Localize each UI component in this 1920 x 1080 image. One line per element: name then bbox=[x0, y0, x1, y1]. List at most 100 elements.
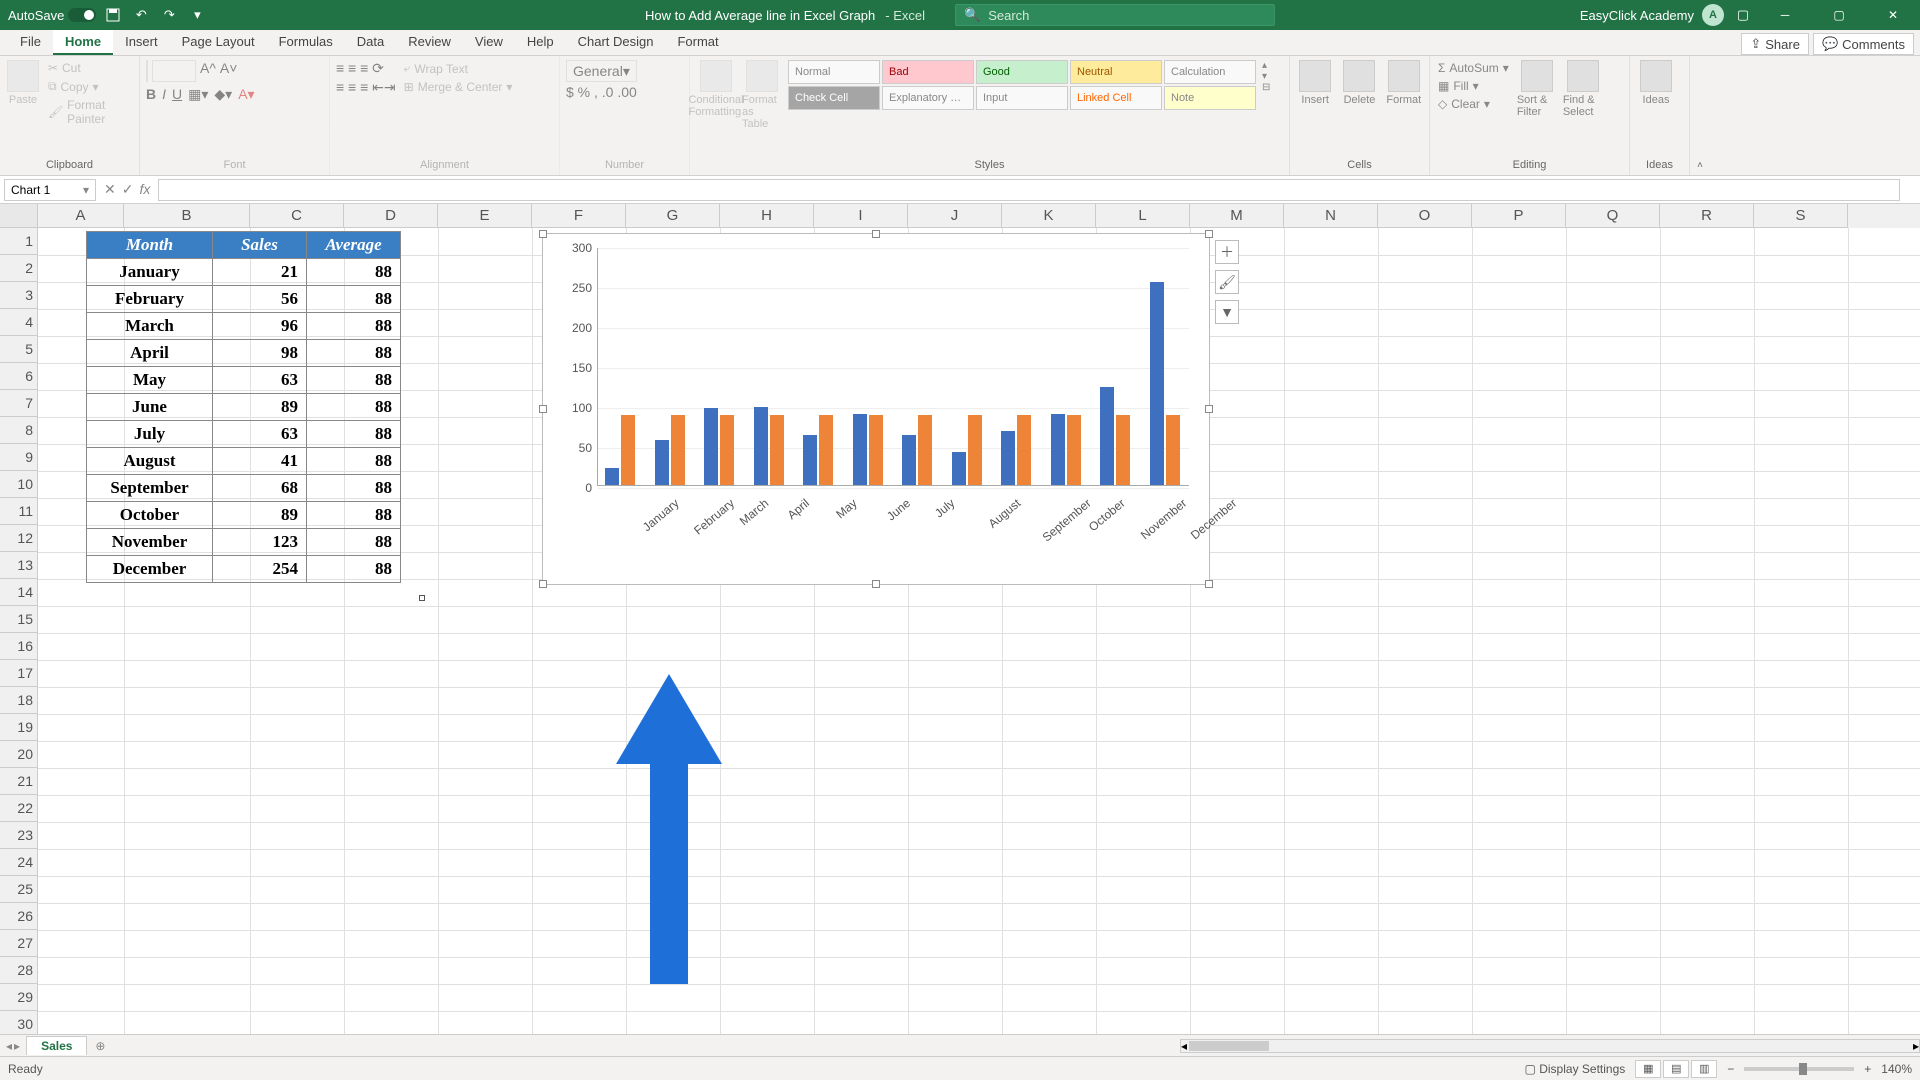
cell-average[interactable]: 88 bbox=[307, 313, 401, 340]
normal-view-button[interactable]: ▦ bbox=[1635, 1060, 1661, 1078]
cell-sales[interactable]: 96 bbox=[213, 313, 307, 340]
bar-sales[interactable] bbox=[754, 407, 768, 485]
row-header[interactable]: 19 bbox=[0, 714, 38, 741]
autosave-toggle[interactable]: AutoSave bbox=[8, 8, 96, 23]
bar-average[interactable] bbox=[869, 415, 883, 485]
bar-average[interactable] bbox=[1166, 415, 1180, 485]
chart-elements-button[interactable]: ＋ bbox=[1215, 240, 1239, 264]
bar-average[interactable] bbox=[720, 415, 734, 485]
column-header[interactable]: L bbox=[1096, 204, 1190, 228]
row-header[interactable]: 7 bbox=[0, 390, 38, 417]
column-header[interactable]: G bbox=[626, 204, 720, 228]
enter-icon[interactable]: ✓ bbox=[122, 181, 134, 198]
cut-button[interactable]: ✂ Cut bbox=[46, 60, 133, 76]
row-header[interactable]: 15 bbox=[0, 606, 38, 633]
redo-button[interactable]: ↷ bbox=[158, 4, 180, 26]
resize-handle-icon[interactable] bbox=[539, 405, 547, 413]
row-header[interactable]: 29 bbox=[0, 984, 38, 1011]
close-button[interactable]: ✕ bbox=[1870, 0, 1916, 30]
row-header[interactable]: 21 bbox=[0, 768, 38, 795]
selection-handle-icon[interactable] bbox=[419, 595, 425, 601]
bar-average[interactable] bbox=[621, 415, 635, 485]
cell-average[interactable]: 88 bbox=[307, 259, 401, 286]
search-input[interactable]: 🔍 Search bbox=[955, 4, 1275, 26]
chart-object[interactable]: 050100150200250300 ＋ 🖌 ▼ JanuaryFebruary… bbox=[542, 233, 1210, 585]
resize-handle-icon[interactable] bbox=[539, 230, 547, 238]
sheet-tab-sales[interactable]: Sales bbox=[26, 1036, 87, 1055]
cell-sales[interactable]: 98 bbox=[213, 340, 307, 367]
column-header[interactable]: S bbox=[1754, 204, 1848, 228]
column-header[interactable]: I bbox=[814, 204, 908, 228]
style-neutral[interactable]: Neutral bbox=[1070, 60, 1162, 84]
bar-sales[interactable] bbox=[803, 435, 817, 485]
bar-average[interactable] bbox=[918, 415, 932, 485]
bar-average[interactable] bbox=[1116, 415, 1130, 485]
row-header[interactable]: 25 bbox=[0, 876, 38, 903]
row-header[interactable]: 14 bbox=[0, 579, 38, 606]
insert-cells-button[interactable]: Insert bbox=[1296, 60, 1334, 106]
column-header[interactable]: N bbox=[1284, 204, 1378, 228]
row-header[interactable]: 28 bbox=[0, 957, 38, 984]
tab-help[interactable]: Help bbox=[515, 30, 566, 55]
resize-handle-icon[interactable] bbox=[1205, 230, 1213, 238]
style-calculation[interactable]: Calculation bbox=[1164, 60, 1256, 84]
row-header[interactable]: 20 bbox=[0, 741, 38, 768]
cell-average[interactable]: 88 bbox=[307, 556, 401, 583]
save-button[interactable] bbox=[102, 4, 124, 26]
bar-sales[interactable] bbox=[655, 440, 669, 485]
resize-handle-icon[interactable] bbox=[872, 230, 880, 238]
resize-handle-icon[interactable] bbox=[872, 580, 880, 588]
cell-month[interactable]: February bbox=[87, 286, 213, 313]
column-header[interactable]: K bbox=[1002, 204, 1096, 228]
chart-filters-button[interactable]: ▼ bbox=[1215, 300, 1239, 324]
column-header[interactable]: Q bbox=[1566, 204, 1660, 228]
tab-view[interactable]: View bbox=[463, 30, 515, 55]
account-avatar[interactable]: A bbox=[1702, 4, 1724, 26]
cell-month[interactable]: July bbox=[87, 421, 213, 448]
row-header[interactable]: 17 bbox=[0, 660, 38, 687]
bar-sales[interactable] bbox=[605, 468, 619, 485]
tab-format[interactable]: Format bbox=[665, 30, 730, 55]
minimize-button[interactable]: ─ bbox=[1762, 0, 1808, 30]
column-header[interactable]: P bbox=[1472, 204, 1566, 228]
cell-average[interactable]: 88 bbox=[307, 448, 401, 475]
style-good[interactable]: Good bbox=[976, 60, 1068, 84]
style-linked-cell[interactable]: Linked Cell bbox=[1070, 86, 1162, 110]
cell-month[interactable]: November bbox=[87, 529, 213, 556]
row-header[interactable]: 18 bbox=[0, 687, 38, 714]
autosum-button[interactable]: Σ AutoSum ▾ bbox=[1436, 60, 1511, 76]
cell-average[interactable]: 88 bbox=[307, 286, 401, 313]
cell-sales[interactable]: 123 bbox=[213, 529, 307, 556]
new-sheet-button[interactable]: ⊕ bbox=[87, 1037, 113, 1055]
cell-average[interactable]: 88 bbox=[307, 475, 401, 502]
cancel-icon[interactable]: ✕ bbox=[104, 181, 116, 198]
paste-button[interactable]: Paste bbox=[6, 60, 40, 106]
cell-sales[interactable]: 21 bbox=[213, 259, 307, 286]
clear-button[interactable]: ◇ Clear ▾ bbox=[1436, 96, 1511, 112]
row-header[interactable]: 8 bbox=[0, 417, 38, 444]
merge-center-button[interactable]: ⊞ Merge & Center ▾ bbox=[402, 79, 515, 95]
row-header[interactable]: 23 bbox=[0, 822, 38, 849]
chart-styles-button[interactable]: 🖌 bbox=[1215, 270, 1239, 294]
cell-average[interactable]: 88 bbox=[307, 394, 401, 421]
cell-average[interactable]: 88 bbox=[307, 502, 401, 529]
undo-button[interactable]: ↶ bbox=[130, 4, 152, 26]
autosave-switch-icon[interactable] bbox=[68, 8, 96, 22]
bar-average[interactable] bbox=[671, 415, 685, 485]
cell-sales[interactable]: 63 bbox=[213, 367, 307, 394]
cell-month[interactable]: January bbox=[87, 259, 213, 286]
column-header[interactable]: O bbox=[1378, 204, 1472, 228]
cell-average[interactable]: 88 bbox=[307, 340, 401, 367]
bar-average[interactable] bbox=[1017, 415, 1031, 485]
account-name[interactable]: EasyClick Academy bbox=[1580, 8, 1694, 23]
resize-handle-icon[interactable] bbox=[1205, 405, 1213, 413]
horizontal-scrollbar[interactable]: ◂▸ bbox=[1180, 1039, 1920, 1053]
cell-average[interactable]: 88 bbox=[307, 421, 401, 448]
format-as-table-button[interactable]: Format as Table bbox=[742, 60, 782, 130]
display-settings-button[interactable]: ▢ Display Settings bbox=[1525, 1062, 1626, 1076]
row-header[interactable]: 4 bbox=[0, 309, 38, 336]
sort-filter-button[interactable]: Sort & Filter bbox=[1517, 60, 1557, 118]
column-header[interactable]: A bbox=[38, 204, 124, 228]
page-layout-view-button[interactable]: ▤ bbox=[1663, 1060, 1689, 1078]
zoom-level[interactable]: 140% bbox=[1881, 1062, 1912, 1076]
